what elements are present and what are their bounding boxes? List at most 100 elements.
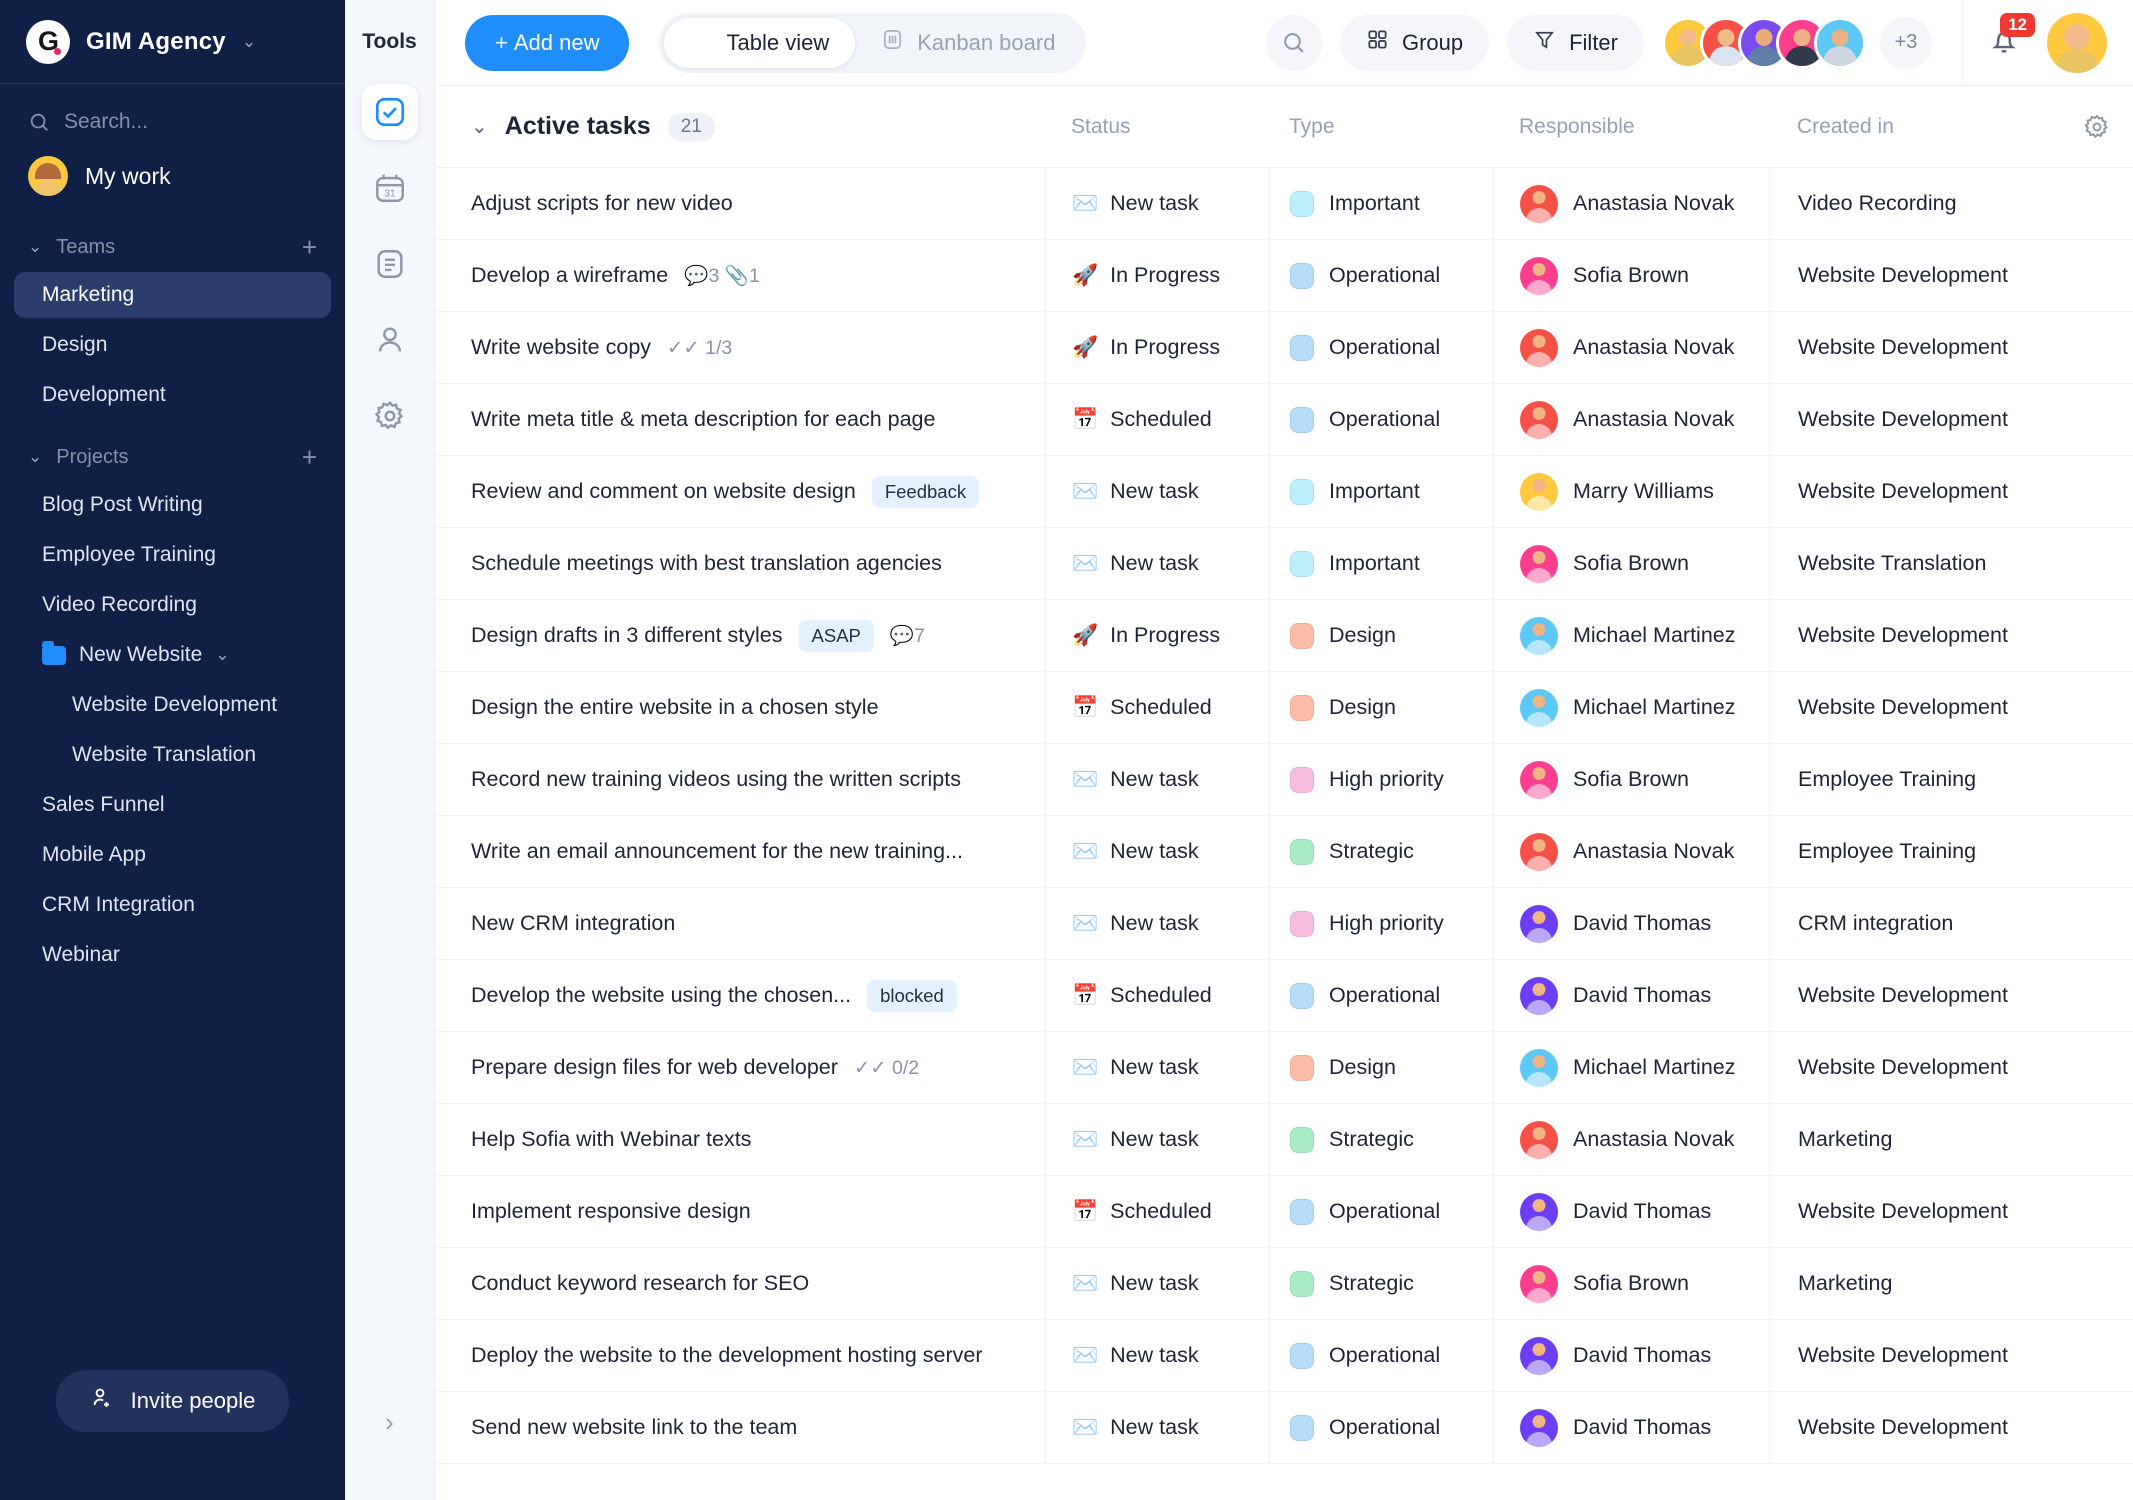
- cell-responsible[interactable]: Michael Martinez: [1493, 1032, 1769, 1103]
- cell-type[interactable]: Operational: [1269, 240, 1493, 311]
- cell-type[interactable]: High priority: [1269, 888, 1493, 959]
- chevron-down-icon[interactable]: ⌄: [215, 645, 229, 665]
- cell-type[interactable]: Strategic: [1269, 1248, 1493, 1319]
- search-input[interactable]: [64, 110, 294, 134]
- cell-responsible[interactable]: Sofia Brown: [1493, 240, 1769, 311]
- sidebar-item-blog-post-writing[interactable]: Blog Post Writing: [14, 482, 331, 528]
- cell-status[interactable]: ✉️ New task: [1045, 1032, 1269, 1103]
- cell-responsible[interactable]: David Thomas: [1493, 960, 1769, 1031]
- filter-button[interactable]: Filter: [1507, 14, 1644, 71]
- cell-status[interactable]: 🚀 In Progress: [1045, 240, 1269, 311]
- table-row[interactable]: Send new website link to the team ✉️ New t…: [435, 1392, 2133, 1464]
- sidebar-item-mobile-app[interactable]: Mobile App: [14, 832, 331, 878]
- table-settings-gear-icon[interactable]: [2061, 113, 2133, 141]
- cell-status[interactable]: ✉️ New task: [1045, 168, 1269, 239]
- sidebar-item-webinar[interactable]: Webinar: [14, 932, 331, 978]
- table-row[interactable]: Implement responsive design 📅 Scheduled Ope…: [435, 1176, 2133, 1248]
- sidebar-item-sales-funnel[interactable]: Sales Funnel: [14, 782, 331, 828]
- table-row[interactable]: Adjust scripts for new video ✉️ New task Im…: [435, 168, 2133, 240]
- add-project-button[interactable]: +: [302, 444, 317, 470]
- chevron-down-icon[interactable]: ⌄: [242, 32, 256, 52]
- cell-type[interactable]: Operational: [1269, 312, 1493, 383]
- chevron-down-icon[interactable]: ⌄: [28, 237, 42, 257]
- cell-task-title[interactable]: New CRM integration: [435, 888, 1045, 959]
- sidebar-item-development[interactable]: Development: [14, 372, 331, 418]
- tab-kanban-board[interactable]: Kanban board: [855, 18, 1081, 68]
- cell-task-title[interactable]: Write meta title & meta description for …: [435, 384, 1045, 455]
- cell-created-in[interactable]: Marketing: [1769, 1104, 2133, 1175]
- cell-created-in[interactable]: Video Recording: [1769, 168, 2133, 239]
- cell-task-title[interactable]: Write an email announcement for the new …: [435, 816, 1045, 887]
- table-row[interactable]: Prepare design files for web developer ✓✓…: [435, 1032, 2133, 1104]
- collapse-group-chevron-icon[interactable]: ⌄: [471, 114, 488, 139]
- table-row[interactable]: Write an email announcement for the new …: [435, 816, 2133, 888]
- cell-responsible[interactable]: David Thomas: [1493, 1176, 1769, 1247]
- cell-type[interactable]: Operational: [1269, 384, 1493, 455]
- sidebar-item-website-development[interactable]: Website Development: [14, 682, 331, 728]
- cell-status[interactable]: ✉️ New task: [1045, 456, 1269, 527]
- cell-task-title[interactable]: Write website copy ✓✓ 1/3: [435, 312, 1045, 383]
- cell-responsible[interactable]: Sofia Brown: [1493, 528, 1769, 599]
- cell-responsible[interactable]: Michael Martinez: [1493, 600, 1769, 671]
- cell-created-in[interactable]: Website Development: [1769, 1176, 2133, 1247]
- cell-created-in[interactable]: Employee Training: [1769, 744, 2133, 815]
- cell-task-title[interactable]: Review and comment on website design Feed…: [435, 456, 1045, 527]
- cell-task-title[interactable]: Develop a wireframe 💬3 📎1: [435, 240, 1045, 311]
- cell-created-in[interactable]: Website Development: [1769, 240, 2133, 311]
- cell-type[interactable]: Operational: [1269, 1392, 1493, 1463]
- cell-status[interactable]: ✉️ New task: [1045, 888, 1269, 959]
- table-row[interactable]: Schedule meetings with best translation …: [435, 528, 2133, 600]
- cell-created-in[interactable]: Website Development: [1769, 1320, 2133, 1391]
- table-row[interactable]: Develop the website using the chosen... b…: [435, 960, 2133, 1032]
- cell-created-in[interactable]: CRM integration: [1769, 888, 2133, 959]
- teams-section-header[interactable]: ⌄ Teams +: [0, 210, 345, 270]
- cell-responsible[interactable]: Anastasia Novak: [1493, 312, 1769, 383]
- table-row[interactable]: New CRM integration ✉️ New task High priori…: [435, 888, 2133, 960]
- cell-created-in[interactable]: Website Development: [1769, 1032, 2133, 1103]
- cell-created-in[interactable]: Website Development: [1769, 960, 2133, 1031]
- cell-type[interactable]: Strategic: [1269, 816, 1493, 887]
- sidebar-item-new-website[interactable]: New Website ⌄: [14, 632, 331, 678]
- tool-document-icon[interactable]: [362, 236, 418, 292]
- cell-task-title[interactable]: Design drafts in 3 different styles ASAP 💬…: [435, 600, 1045, 671]
- cell-responsible[interactable]: Sofia Brown: [1493, 1248, 1769, 1319]
- cell-task-title[interactable]: Design the entire website in a chosen st…: [435, 672, 1045, 743]
- column-header-type[interactable]: Type: [1269, 115, 1493, 139]
- add-new-button[interactable]: + Add new: [465, 14, 630, 71]
- table-row[interactable]: Write meta title & meta description for …: [435, 384, 2133, 456]
- table-row[interactable]: Review and comment on website design Feed…: [435, 456, 2133, 528]
- group-button[interactable]: Group: [1339, 14, 1490, 71]
- cell-type[interactable]: Design: [1269, 1032, 1493, 1103]
- table-row[interactable]: Conduct keyword research for SEO ✉️ New ta…: [435, 1248, 2133, 1320]
- cell-status[interactable]: ✉️ New task: [1045, 1248, 1269, 1319]
- column-header-created-in[interactable]: Created in: [1769, 115, 2061, 139]
- notifications-button[interactable]: 12: [1987, 13, 2035, 62]
- cell-task-title[interactable]: Prepare design files for web developer ✓✓…: [435, 1032, 1045, 1103]
- sidebar-item-design[interactable]: Design: [14, 322, 331, 368]
- cell-responsible[interactable]: David Thomas: [1493, 1392, 1769, 1463]
- cell-created-in[interactable]: Website Development: [1769, 384, 2133, 455]
- cell-task-title[interactable]: Adjust scripts for new video: [435, 168, 1045, 239]
- sidebar-item-marketing[interactable]: Marketing: [14, 272, 331, 318]
- cell-type[interactable]: Operational: [1269, 960, 1493, 1031]
- cell-status[interactable]: ✉️ New task: [1045, 1104, 1269, 1175]
- cell-task-title[interactable]: Send new website link to the team: [435, 1392, 1045, 1463]
- sidebar-search[interactable]: [0, 84, 345, 142]
- table-row[interactable]: Develop a wireframe 💬3 📎1 🚀 In Progress Oper…: [435, 240, 2133, 312]
- invite-people-button[interactable]: Invite people: [55, 1370, 290, 1432]
- cell-status[interactable]: 🚀 In Progress: [1045, 600, 1269, 671]
- table-row[interactable]: Record new training videos using the wri…: [435, 744, 2133, 816]
- member-avatar-stack[interactable]: [1662, 16, 1866, 69]
- add-team-button[interactable]: +: [302, 234, 317, 260]
- cell-status[interactable]: 📅 Scheduled: [1045, 1176, 1269, 1247]
- table-row[interactable]: Design drafts in 3 different styles ASAP 💬…: [435, 600, 2133, 672]
- cell-created-in[interactable]: Website Translation: [1769, 528, 2133, 599]
- avatar-overflow-count[interactable]: +3: [1880, 16, 1932, 69]
- cell-created-in[interactable]: Website Development: [1769, 672, 2133, 743]
- cell-type[interactable]: Important: [1269, 456, 1493, 527]
- table-row[interactable]: Help Sofia with Webinar texts ✉️ New task S…: [435, 1104, 2133, 1176]
- table-row[interactable]: Design the entire website in a chosen st…: [435, 672, 2133, 744]
- tool-calendar-icon[interactable]: 31: [362, 160, 418, 216]
- cell-task-title[interactable]: Conduct keyword research for SEO: [435, 1248, 1045, 1319]
- table-row[interactable]: Write website copy ✓✓ 1/3 🚀 In Progress Oper…: [435, 312, 2133, 384]
